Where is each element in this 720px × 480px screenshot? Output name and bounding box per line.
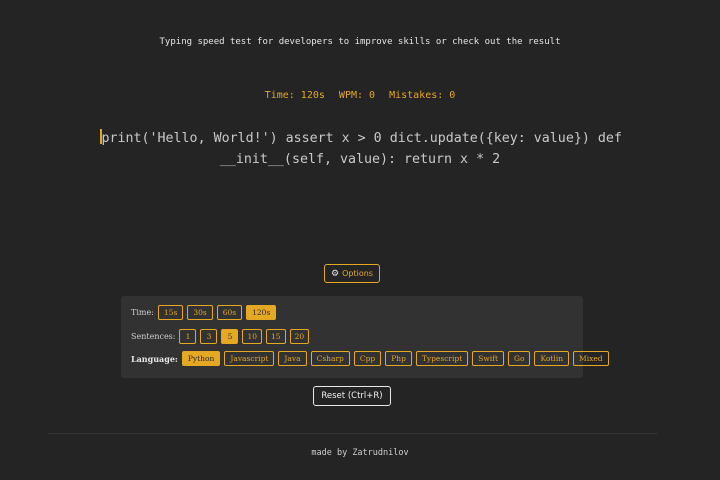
language-options-label: Language: — [131, 353, 178, 364]
language-option-go[interactable]: Go — [507, 351, 531, 366]
language-option-php[interactable]: Php — [385, 351, 412, 366]
time-option-60s[interactable]: 60s — [216, 305, 243, 320]
stats-bar: Time: 120s WPM: 0 Mistakes: 0 — [0, 90, 720, 101]
options-panel: Time: 15s 30s 60s 120s Sentences: 1 3 5 10 15 20… — [121, 296, 609, 378]
language-option-javascript[interactable]: Javascript — [224, 351, 275, 366]
sentences-option-15[interactable]: 15 — [266, 329, 286, 344]
options-button[interactable]: ⚙ Options — [324, 264, 380, 283]
sentences-option-10[interactable]: 10 — [242, 329, 263, 344]
sentences-option-5[interactable]: 5 — [221, 329, 239, 344]
code-line-1: print('Hello, World!') assert x > 0 dict… — [100, 128, 622, 149]
code-line-2: __init__(self, value): return x * 2 — [219, 152, 501, 167]
footer-divider — [48, 433, 658, 434]
code-line-1-text: print('Hello, World!') assert x > 0 dict… — [101, 131, 622, 146]
language-option-swift[interactable]: Swift — [472, 351, 504, 366]
typing-text-area[interactable]: print('Hello, World!') assert x > 0 dict… — [100, 128, 622, 170]
wpm-stat: WPM: 0 — [338, 90, 376, 101]
options-button-label: Options — [342, 269, 373, 278]
reset-button[interactable]: Reset (Ctrl+R) — [313, 386, 391, 406]
time-options-label: Time: — [131, 308, 154, 317]
language-option-mixed[interactable]: Mixed — [573, 351, 609, 366]
tagline: Typing speed test for developers to impr… — [159, 37, 561, 47]
sentences-option-20[interactable]: 20 — [289, 329, 310, 344]
sentences-options-row: Sentences: 1 3 5 10 15 20 — [131, 329, 313, 344]
language-option-typescript[interactable]: Typescript — [415, 351, 469, 366]
time-option-120s[interactable]: 120s — [246, 305, 277, 320]
time-options-row: Time: 15s 30s 60s 120s — [131, 305, 280, 320]
language-chip-group: Python Javascript Java Csharp Cpp Php Typescri… — [181, 351, 613, 366]
language-option-kotlin[interactable]: Kotlin — [534, 351, 570, 366]
sentences-option-3[interactable]: 3 — [200, 329, 218, 344]
time-option-15s[interactable]: 15s — [157, 305, 184, 320]
language-options-row: Language: Python Javascript Java Csharp Cpp P… — [131, 351, 613, 366]
language-option-cpp[interactable]: Cpp — [353, 351, 382, 366]
sentences-options-label: Sentences: — [131, 332, 176, 341]
language-option-java[interactable]: Java — [278, 351, 307, 366]
time-stat: Time: 120s — [264, 90, 325, 101]
language-option-csharp[interactable]: Csharp — [310, 351, 350, 366]
footer-credit: made by Zatrudnilov — [311, 448, 409, 458]
time-chip-group: 15s 30s 60s 120s — [157, 305, 280, 320]
gear-icon: ⚙ — [331, 268, 340, 279]
sentences-chip-group: 1 3 5 10 15 20 — [179, 329, 313, 344]
language-option-python[interactable]: Python — [181, 351, 221, 366]
sentences-option-1[interactable]: 1 — [179, 329, 197, 344]
mistakes-stat: Mistakes: 0 — [389, 90, 456, 101]
time-option-30s[interactable]: 30s — [187, 305, 213, 320]
